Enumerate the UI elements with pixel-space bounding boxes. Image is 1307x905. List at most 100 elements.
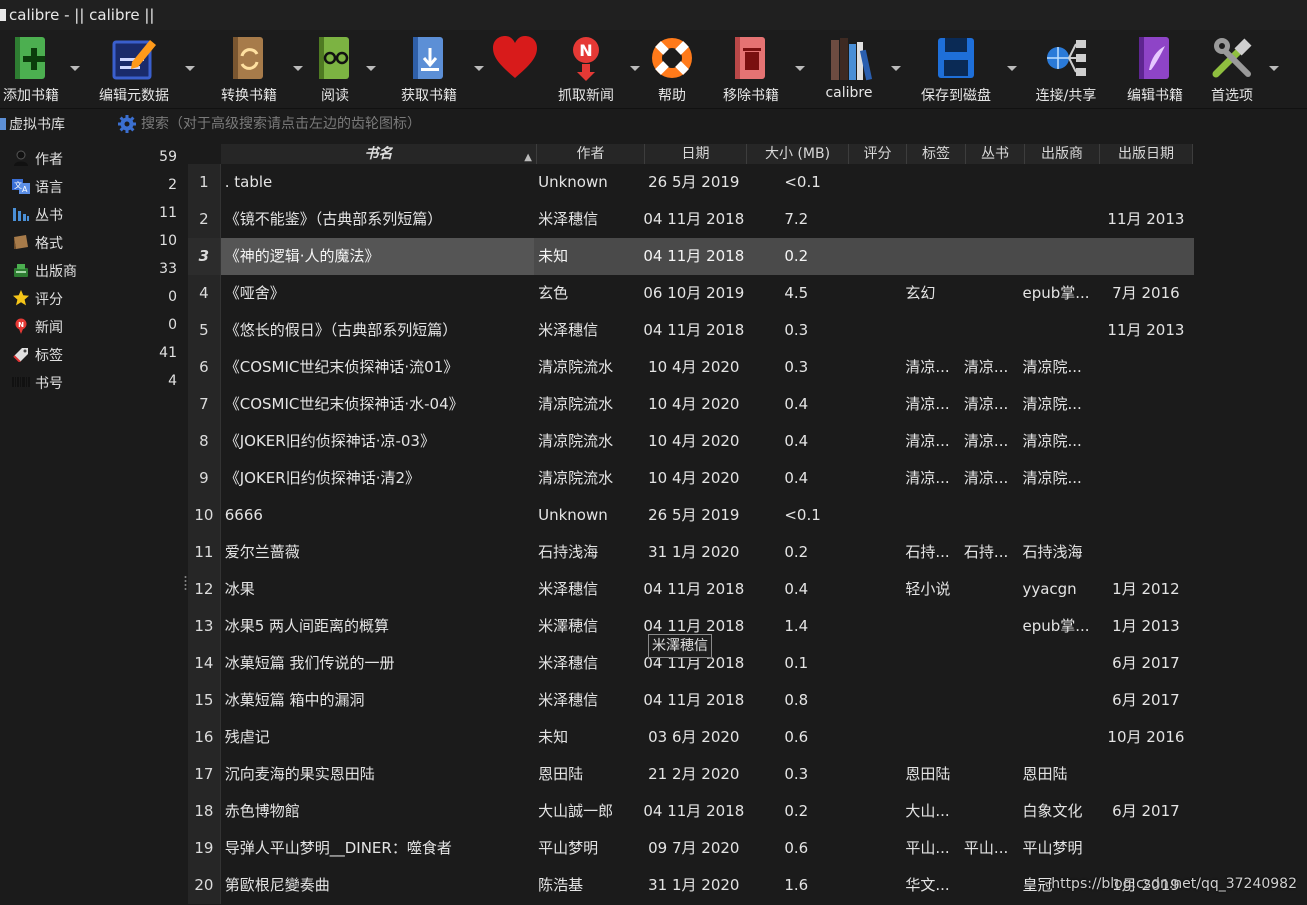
cell-size[interactable]: <0.1 bbox=[746, 164, 844, 201]
cell-tags[interactable] bbox=[901, 238, 960, 275]
preferences-dropdown-arrow[interactable] bbox=[1269, 66, 1279, 71]
cell-author[interactable]: 恩田陆 bbox=[534, 756, 641, 793]
cell-series[interactable] bbox=[960, 238, 1019, 275]
tag-browser-item-authors[interactable]: 作者 59 bbox=[0, 144, 185, 172]
cell-author[interactable]: 米澤穂信 bbox=[534, 608, 641, 645]
cell-size[interactable]: 0.3 bbox=[746, 349, 844, 386]
cell-title[interactable]: 《神的逻辑·人的魔法》 bbox=[220, 238, 535, 275]
cell-title[interactable]: 残虐记 bbox=[221, 719, 534, 756]
cell-title[interactable]: 爱尔兰蔷薇 bbox=[221, 534, 534, 571]
cell-tags[interactable] bbox=[901, 682, 960, 719]
cell-size[interactable]: 0.3 bbox=[746, 312, 844, 349]
cell-rating[interactable] bbox=[844, 645, 902, 682]
cell-publisher[interactable] bbox=[1018, 201, 1097, 238]
cell-size[interactable]: 4.5 bbox=[746, 275, 844, 312]
preferences-button[interactable]: 首选项 bbox=[1200, 30, 1264, 108]
cell-pubdate[interactable] bbox=[1098, 497, 1194, 534]
cell-publisher[interactable]: 石持浅海 bbox=[1018, 534, 1097, 571]
cell-publisher[interactable] bbox=[1018, 238, 1097, 275]
cell-series[interactable]: 平山... bbox=[960, 830, 1019, 867]
cell-series[interactable] bbox=[960, 719, 1019, 756]
cell-date[interactable]: 10 4月 2020 bbox=[641, 349, 746, 386]
add-book-dropdown-arrow[interactable] bbox=[70, 66, 80, 71]
cell-rating[interactable] bbox=[844, 830, 902, 867]
cell-date[interactable]: 04 11月 2018 bbox=[641, 201, 746, 238]
calibre-library-dropdown-arrow[interactable] bbox=[891, 66, 901, 71]
cell-series[interactable] bbox=[960, 682, 1019, 719]
cell-title[interactable]: 冰果5 两人间距离的概算 bbox=[221, 608, 534, 645]
cell-author[interactable]: 平山梦明 bbox=[534, 830, 641, 867]
cell-author[interactable]: 米泽穗信 bbox=[534, 312, 641, 349]
cell-series[interactable]: 清凉... bbox=[960, 386, 1019, 423]
cell-author[interactable]: 清凉院流水 bbox=[534, 423, 641, 460]
cell-publisher[interactable]: 恩田陆 bbox=[1018, 756, 1097, 793]
cell-publisher[interactable]: 平山梦明 bbox=[1018, 830, 1097, 867]
cell-publisher[interactable] bbox=[1018, 164, 1097, 201]
cell-publisher[interactable] bbox=[1018, 312, 1097, 349]
column-header-pubdate[interactable]: 出版日期 bbox=[1100, 144, 1193, 164]
table-row[interactable]: 16 残虐记 未知 03 6月 2020 0.6 10月 2016 bbox=[188, 719, 1194, 756]
table-row[interactable]: 18 赤色博物館 大山誠一郎 04 11月 2018 0.2 大山... 白象文化 6月 20… bbox=[188, 793, 1194, 830]
cell-pubdate[interactable]: 11月 2013 bbox=[1098, 201, 1194, 238]
cell-title[interactable]: 《JOKER旧约侦探神话·清2》 bbox=[221, 460, 534, 497]
cell-pubdate[interactable] bbox=[1098, 349, 1194, 386]
cell-tags[interactable] bbox=[901, 719, 960, 756]
cell-pubdate[interactable] bbox=[1098, 756, 1194, 793]
cell-title[interactable]: 沉向麦海的果实恩田陆 bbox=[221, 756, 534, 793]
cell-series[interactable] bbox=[960, 164, 1019, 201]
cell-size[interactable]: 0.6 bbox=[746, 830, 844, 867]
cell-tags[interactable] bbox=[901, 312, 960, 349]
table-row[interactable]: 2 《镜不能鉴》（古典部系列短篇） 米泽穗信 04 11月 2018 7.2 11月 20… bbox=[188, 201, 1194, 238]
cell-tags[interactable]: 玄幻 bbox=[901, 275, 960, 312]
cell-size[interactable]: 7.2 bbox=[746, 201, 844, 238]
table-row[interactable]: 9 《JOKER旧约侦探神话·清2》 清凉院流水 10 4月 2020 0.4 清凉...… bbox=[188, 460, 1194, 497]
cell-series[interactable] bbox=[960, 867, 1019, 904]
cell-rating[interactable] bbox=[844, 756, 902, 793]
table-row[interactable]: 8 《JOKER旧约侦探神话·凉-03》 清凉院流水 10 4月 2020 0.4 清凉.… bbox=[188, 423, 1194, 460]
cell-pubdate[interactable] bbox=[1098, 386, 1194, 423]
cell-author[interactable]: 大山誠一郎 bbox=[534, 793, 641, 830]
cell-date[interactable]: 04 11月 2018 bbox=[641, 312, 746, 349]
cell-size[interactable]: 0.4 bbox=[746, 571, 844, 608]
cell-publisher[interactable] bbox=[1018, 682, 1097, 719]
table-row[interactable]: 19 导弹人平山梦明__DINER：噬食者 平山梦明 09 7月 2020 0.6 平山.… bbox=[188, 830, 1194, 867]
tag-browser-item-formats[interactable]: 格式 10 bbox=[0, 228, 185, 256]
cell-size[interactable]: 0.8 bbox=[746, 682, 844, 719]
cell-series[interactable] bbox=[960, 645, 1019, 682]
remove-books-dropdown-arrow[interactable] bbox=[795, 66, 805, 71]
cell-date[interactable]: 31 1月 2020 bbox=[641, 534, 746, 571]
cell-rating[interactable] bbox=[844, 312, 902, 349]
cell-author[interactable]: 未知 bbox=[534, 238, 641, 275]
cell-publisher[interactable]: 清凉院... bbox=[1018, 423, 1097, 460]
cell-series[interactable] bbox=[960, 571, 1019, 608]
cell-author[interactable]: 米泽穗信 bbox=[534, 645, 641, 682]
cell-pubdate[interactable]: 1月 2013 bbox=[1098, 608, 1194, 645]
cell-rating[interactable] bbox=[844, 238, 902, 275]
tag-browser-item-tags[interactable]: 标签 41 bbox=[0, 340, 185, 368]
table-row[interactable]: 7 《COSMIC世纪末侦探神话·水-04》 清凉院流水 10 4月 2020 0.4 清… bbox=[188, 386, 1194, 423]
cell-tags[interactable]: 大山... bbox=[901, 793, 960, 830]
cell-author[interactable]: Unknown bbox=[534, 497, 641, 534]
cell-rating[interactable] bbox=[844, 867, 902, 904]
cell-size[interactable]: 0.4 bbox=[746, 423, 844, 460]
cell-rating[interactable] bbox=[844, 793, 902, 830]
connect-share-button[interactable]: 连接/共享 bbox=[1028, 30, 1104, 108]
cell-author[interactable]: 清凉院流水 bbox=[534, 349, 641, 386]
cell-author[interactable]: 玄色 bbox=[534, 275, 641, 312]
table-row[interactable]: 3 《神的逻辑·人的魔法》 未知 04 11月 2018 0.2 bbox=[188, 238, 1194, 275]
table-row[interactable]: 6 《COSMIC世纪末侦探神话·流01》 清凉院流水 10 4月 2020 0.3 清凉… bbox=[188, 349, 1194, 386]
cell-date[interactable]: 04 11月 2018 bbox=[641, 793, 746, 830]
tag-browser-item-news[interactable]: N 新闻 0 bbox=[0, 312, 185, 340]
cell-rating[interactable] bbox=[844, 682, 902, 719]
convert-books-button[interactable]: 转换书籍 bbox=[212, 30, 286, 108]
cell-series[interactable] bbox=[960, 201, 1019, 238]
cell-date[interactable]: 04 11月 2018 bbox=[641, 682, 746, 719]
cell-size[interactable]: 0.2 bbox=[746, 238, 844, 275]
cell-size[interactable]: <0.1 bbox=[746, 497, 844, 534]
cell-tags[interactable] bbox=[901, 164, 960, 201]
cell-series[interactable]: 清凉... bbox=[960, 460, 1019, 497]
edit-metadata-button[interactable]: 编辑元数据 bbox=[92, 30, 176, 108]
cell-pubdate[interactable]: 6月 2017 bbox=[1098, 682, 1194, 719]
cell-publisher[interactable]: yyacgn bbox=[1018, 571, 1097, 608]
cell-series[interactable] bbox=[960, 497, 1019, 534]
